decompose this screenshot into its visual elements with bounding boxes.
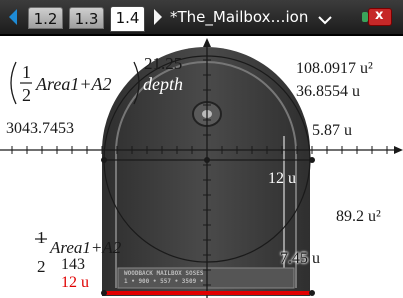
graph-canvas[interactable]: 1 2 Area1+A2 21.25 depth 108.0917 u² 36.… — [0, 36, 403, 298]
area-measurement-top: 108.0917 u² — [296, 60, 373, 77]
height-measurement: 7.45 u — [280, 250, 320, 267]
volume-measurement: 3043.7453 — [6, 120, 74, 137]
left-arrow-icon[interactable] — [9, 9, 17, 25]
mailbox-plate-line1: WOODBACK MAILBOX SOSES — [124, 270, 204, 277]
top-formula-value: 21.25 — [144, 54, 183, 73]
bottom-fraction-numerator: 1 — [37, 228, 46, 247]
top-formula-expression: Area1+A2 — [36, 74, 112, 94]
right-arrow-icon[interactable] — [154, 9, 162, 25]
base-measurement-red: 12 u — [61, 274, 89, 291]
bottom-formula-value: 143 — [61, 256, 85, 273]
length-measurement-top: 36.8554 u — [296, 83, 360, 100]
length-measurement-right: 5.87 u — [312, 122, 352, 139]
battery-status-icon: x — [362, 8, 392, 26]
depth-label: depth — [143, 74, 183, 94]
diameter-right-point — [309, 157, 315, 163]
base-right-point — [309, 290, 315, 296]
bottom-formula-expression: Area1+A2 — [50, 238, 122, 257]
document-title[interactable]: *The_Mailbox…ion — [170, 6, 308, 28]
chevron-down-icon[interactable] — [318, 16, 332, 25]
center-point — [204, 157, 210, 163]
diameter-measurement: 12 u — [268, 170, 296, 187]
tab-1-3[interactable]: 1.3 — [69, 7, 104, 29]
base-left-point — [101, 290, 107, 296]
diameter-left-point — [101, 157, 107, 163]
top-fraction-denominator: 2 — [22, 85, 31, 105]
area-measurement-right: 89.2 u² — [336, 208, 381, 225]
bottom-fraction-denominator: 2 — [37, 257, 46, 276]
tab-bar: 1.2 1.3 1.4 *The_Mailbox…ion x — [0, 0, 403, 36]
tab-1-2[interactable]: 1.2 — [28, 7, 63, 29]
tab-1-4[interactable]: 1.4 — [110, 6, 145, 32]
mailbox-plate-line2: 1 • 900 • 557 • 3509 • — [124, 278, 204, 285]
top-fraction-numerator: 1 — [22, 62, 31, 82]
